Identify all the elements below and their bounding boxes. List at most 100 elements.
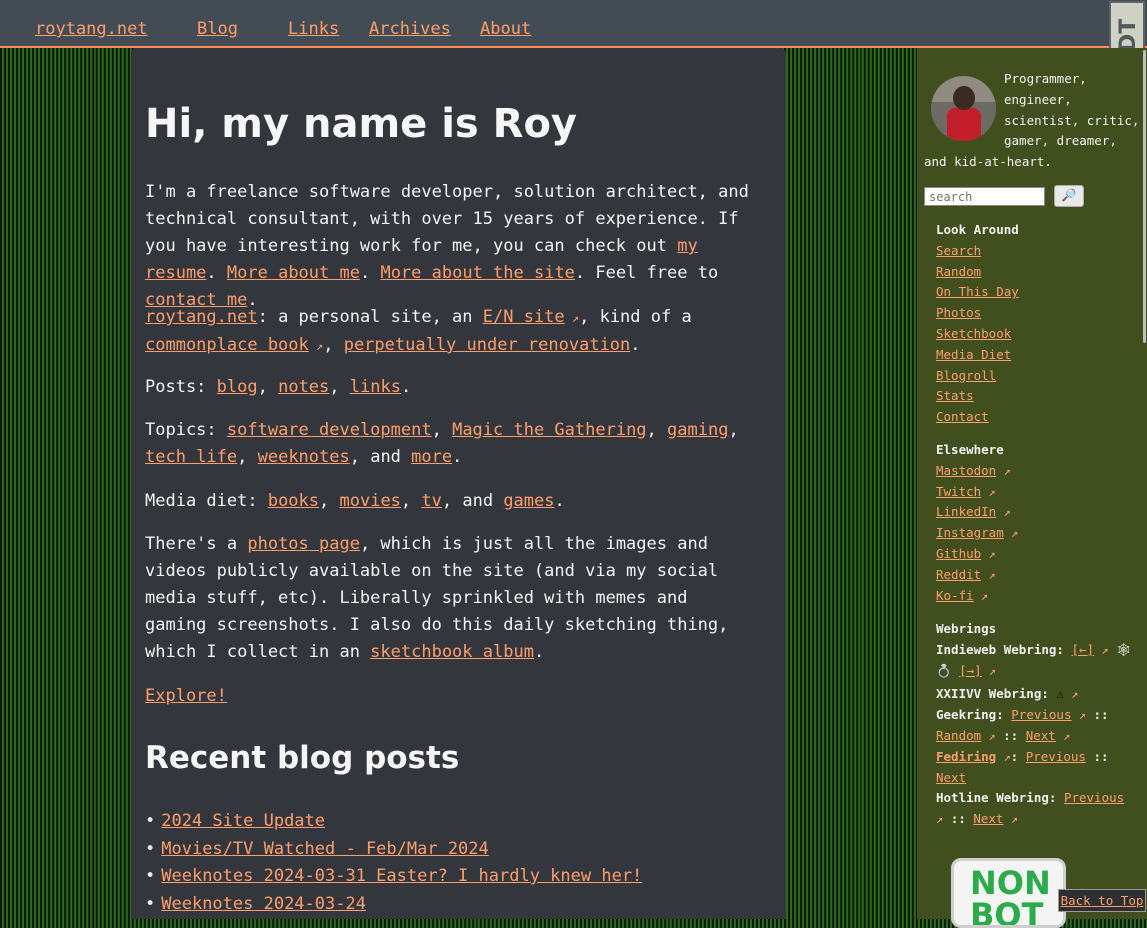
topic-software-development-link[interactable]: software development xyxy=(227,420,432,440)
media-tv-link[interactable]: tv xyxy=(421,491,441,511)
nav-blog-link[interactable]: Blog xyxy=(197,18,238,40)
recent-post-link[interactable]: Movies/TV Watched - Feb/Mar 2024 xyxy=(161,839,489,859)
search-input[interactable] xyxy=(924,187,1045,206)
sidebar-item-on-this-day[interactable]: On This Day xyxy=(936,282,1019,303)
sidebar-item-stats[interactable]: Stats xyxy=(936,386,1019,407)
sidebar-item-random[interactable]: Random xyxy=(936,262,1019,283)
posts-links-link[interactable]: links xyxy=(350,377,401,397)
geekring-previous-link[interactable]: Previous xyxy=(1011,707,1071,722)
nav-site-link[interactable]: roytang.net xyxy=(35,18,148,40)
main-content: Hi, my name is Roy I'm a freelance softw… xyxy=(131,48,786,919)
more-about-me-link[interactable]: More about me xyxy=(227,263,360,283)
site-home-link[interactable]: roytang.net xyxy=(145,307,258,327)
photos-paragraph: There's a photos page, which is just all… xyxy=(145,531,757,666)
external-link-icon: ↗ xyxy=(936,812,944,827)
topic-mtg-link[interactable]: Magic the Gathering xyxy=(452,420,646,440)
non-bot-line-2: BOT xyxy=(970,896,1044,928)
sketchbook-album-link[interactable]: sketchbook album xyxy=(370,642,534,662)
topic-more-link[interactable]: more xyxy=(411,447,452,467)
topic-weeknotes-link[interactable]: weeknotes xyxy=(258,447,350,467)
xxiivv-webring-link[interactable]: ⚠ xyxy=(1056,686,1064,701)
sidebar-item-sketchbook[interactable]: Sketchbook xyxy=(936,324,1019,345)
list-item: Movies/TV Watched - Feb/Mar 2024 xyxy=(145,836,642,864)
site-text-3: , xyxy=(323,335,344,355)
posts-blog-link[interactable]: blog xyxy=(217,377,258,397)
geekring-random-link[interactable]: Random xyxy=(936,728,981,743)
back-to-top-button[interactable]: Back to Top xyxy=(1058,889,1146,912)
intro-text-4: . Feel free to xyxy=(574,263,719,283)
sidebar-item-instagram[interactable]: Instagram xyxy=(936,525,1004,540)
indieweb-next-link[interactable]: [→] xyxy=(959,663,982,678)
external-link-icon: ↗ xyxy=(1055,728,1071,743)
sidebar-item-kofi[interactable]: Ko-fi xyxy=(936,588,974,603)
sidebar-item-media-diet[interactable]: Media Diet xyxy=(936,345,1019,366)
photos-text-3: . xyxy=(533,642,545,662)
sidebar-item-blogroll[interactable]: Blogroll xyxy=(936,366,1019,387)
hotline-previous-link[interactable]: Previous xyxy=(1064,790,1124,805)
hotline-next-link[interactable]: Next xyxy=(973,811,1003,826)
sidebar-item-twitch[interactable]: Twitch xyxy=(936,484,981,499)
external-link-icon: ↗ xyxy=(1063,687,1079,702)
recent-post-link[interactable]: 2024 Site Update xyxy=(161,811,325,831)
posts-notes-link[interactable]: notes xyxy=(278,377,329,397)
external-link-icon: ↗ xyxy=(1071,708,1086,723)
non-bot-badge[interactable]: NON BOT xyxy=(951,858,1066,928)
sidebar-item-github[interactable]: Github xyxy=(936,546,981,561)
topic-gaming-link[interactable]: gaming xyxy=(667,420,728,440)
external-link-icon: ↗ xyxy=(973,588,989,603)
external-link-icon: ↗ xyxy=(1003,812,1018,827)
topic-tech-life-link[interactable]: tech life xyxy=(145,447,237,467)
en-site-link[interactable]: E/N site xyxy=(483,307,565,327)
xxiivv-icon: ⚠ xyxy=(1056,686,1064,702)
sidebar-item-mastodon[interactable]: Mastodon xyxy=(936,463,996,478)
sidebar-bio: Programmer, engineer, scientist, critic,… xyxy=(924,69,1142,173)
fediring-link[interactable]: Fediring xyxy=(936,749,996,764)
nav-archives-link[interactable]: Archives xyxy=(369,18,451,40)
fediring-previous-link[interactable]: Previous xyxy=(1026,749,1086,764)
media-movies-link[interactable]: movies xyxy=(340,491,401,511)
external-link-icon: ↗ xyxy=(981,663,997,678)
indieweb-webring: Indieweb Webring: [←] ↗ 🕸 💍 [→] ↗ xyxy=(936,640,1136,682)
external-link-icon: ↗ xyxy=(308,339,324,353)
explore-link[interactable]: Explore! xyxy=(145,686,227,706)
recent-post-link[interactable]: Weeknotes 2024-03-31 Easter? I hardly kn… xyxy=(161,866,642,886)
nav-about-link[interactable]: About xyxy=(480,18,531,40)
indieweb-label: Indieweb Webring: xyxy=(936,641,1064,657)
recent-post-link[interactable]: Weeknotes 2024-03-24 xyxy=(161,894,366,914)
media-and: , and xyxy=(441,491,504,511)
recent-posts-heading: Recent blog posts xyxy=(145,740,460,776)
intro-text-1: I'm a freelance software developer, solu… xyxy=(145,182,749,256)
search-button[interactable]: 🔎 xyxy=(1054,185,1084,207)
sidebar-item-reddit[interactable]: Reddit xyxy=(936,567,981,582)
more-about-site-link[interactable]: More about the site xyxy=(380,263,574,283)
posts-label: Posts: xyxy=(145,377,217,397)
geekring-next-link[interactable]: Next xyxy=(1026,728,1056,743)
webrings-section: Webrings Indieweb Webring: [←] ↗ 🕸 💍 [→]… xyxy=(936,619,1136,830)
media-label: Media diet: xyxy=(145,491,268,511)
indieweb-prev-link[interactable]: [←] xyxy=(1071,642,1094,657)
list-item: 2024 Site Update xyxy=(145,808,642,836)
external-link-icon: ↗ xyxy=(996,505,1011,520)
media-games-link[interactable]: games xyxy=(503,491,554,511)
external-link-icon: ↗ xyxy=(996,749,1011,764)
renovation-link[interactable]: perpetually under renovation xyxy=(344,335,631,355)
external-link-icon: ↗ xyxy=(564,311,580,325)
fediring-next-link[interactable]: Next xyxy=(936,770,966,785)
nav-links-link[interactable]: Links xyxy=(288,18,339,40)
sidebar-item-linkedin[interactable]: LinkedIn xyxy=(936,504,996,519)
sidebar-item-search[interactable]: Search xyxy=(936,241,1019,262)
look-around-heading: Look Around xyxy=(936,222,1019,237)
spider-web-icon: 🕸 xyxy=(1116,641,1132,657)
sidebar-item-photos[interactable]: Photos xyxy=(936,303,1019,324)
commonplace-book-link[interactable]: commonplace book xyxy=(145,335,309,355)
back-to-top-link[interactable]: Back to Top xyxy=(1061,893,1144,908)
external-link-icon: ↗ xyxy=(981,546,996,561)
external-link-icon: ↗ xyxy=(981,484,996,499)
scrollbar[interactable] xyxy=(1143,50,1146,343)
external-link-icon: ↗ xyxy=(996,463,1011,478)
photos-page-link[interactable]: photos page xyxy=(247,534,360,554)
media-books-link[interactable]: books xyxy=(268,491,319,511)
intro-text-3: . xyxy=(359,263,381,283)
sidebar-item-contact[interactable]: Contact xyxy=(936,407,1019,428)
xxiivv-webring: XXIIVV Webring: ⚠ ↗ xyxy=(936,684,1136,705)
